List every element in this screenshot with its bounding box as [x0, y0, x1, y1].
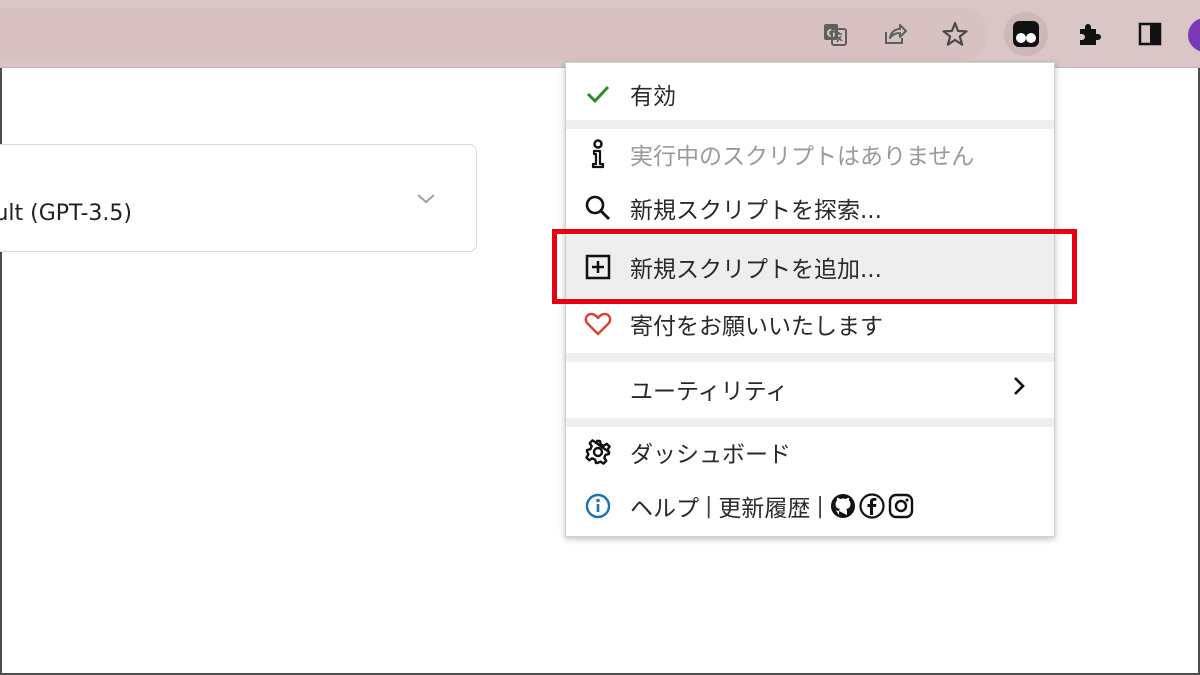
help-links: ヘルプ | 更新履歴 |	[630, 489, 914, 523]
menu-item-enabled[interactable]: 有効	[566, 73, 1054, 115]
info-icon	[582, 490, 614, 522]
gear-icon	[582, 436, 614, 468]
tampermonkey-icon[interactable]	[1004, 12, 1048, 56]
menu-item-label: 寄付をお願いいたします	[630, 314, 883, 340]
extensions-icon[interactable]	[1069, 14, 1109, 54]
menu-separator	[566, 418, 1054, 427]
chevron-down-icon	[413, 189, 439, 211]
menu-item-label: 新規スクリプトを探索...	[630, 198, 882, 224]
menu-item-label: ユーティリティ	[630, 379, 789, 405]
model-selector[interactable]: el ault (GPT-3.5)	[0, 144, 477, 252]
menu-item-label: 有効	[630, 84, 676, 110]
menu-item-dashboard[interactable]: ダッシュボード	[566, 431, 1054, 473]
facebook-icon[interactable]	[859, 493, 885, 519]
highlight-annotation-box	[552, 229, 1077, 304]
help-link[interactable]: ヘルプ	[630, 489, 699, 523]
check-icon	[582, 78, 614, 110]
menu-item-donate[interactable]: 寄付をお願いいたします	[566, 303, 1054, 345]
chevron-right-icon	[1010, 375, 1028, 403]
menu-item-label: 実行中のスクリプトはありません	[630, 144, 975, 170]
link-separator: |	[705, 493, 713, 519]
instagram-icon[interactable]	[888, 493, 914, 519]
menu-item-label: ダッシュボード	[630, 442, 791, 468]
menu-item-utilities[interactable]: ユーティリティ	[566, 368, 1054, 410]
heart-icon	[582, 308, 614, 340]
profile-avatar[interactable]	[1188, 18, 1200, 52]
info-glyph-icon	[582, 138, 614, 170]
menu-separator	[566, 120, 1054, 129]
menu-item-find-scripts[interactable]: 新規スクリプトを探索...	[566, 187, 1054, 229]
model-value: ault (GPT-3.5)	[0, 201, 132, 226]
menu-item-no-scripts: 実行中のスクリプトはありません	[566, 133, 1054, 175]
star-icon[interactable]	[935, 14, 975, 54]
share-icon[interactable]	[875, 14, 915, 54]
menu-separator	[566, 353, 1054, 362]
search-icon	[582, 192, 614, 224]
github-icon[interactable]	[830, 493, 856, 519]
menu-item-help: ヘルプ | 更新履歴 |	[566, 485, 1054, 527]
link-separator: |	[816, 493, 824, 519]
changelog-link[interactable]: 更新履歴	[718, 489, 810, 523]
side-panel-icon[interactable]	[1130, 14, 1170, 54]
browser-toolbar: G	[0, 0, 1200, 68]
translate-icon[interactable]: G	[815, 14, 855, 54]
